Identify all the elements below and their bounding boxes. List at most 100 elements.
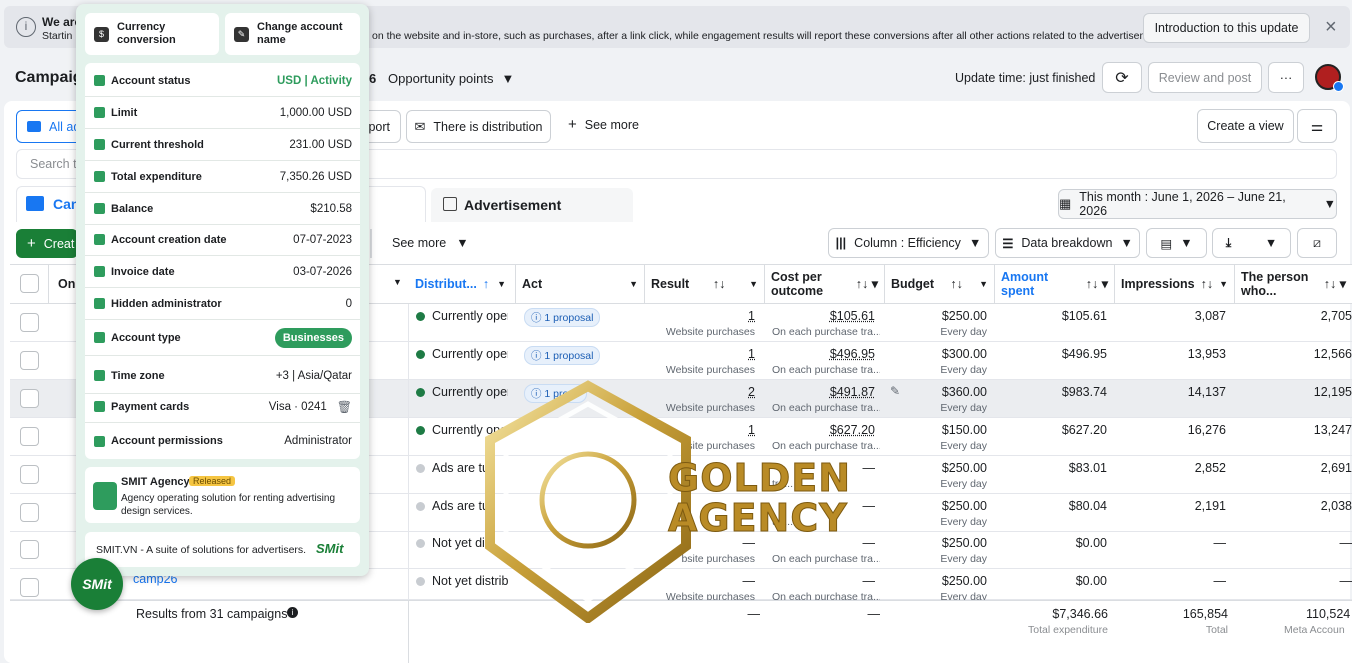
account-row-account-type: Account type Businesses	[85, 320, 360, 356]
smit-fab-button[interactable]: SMit	[71, 558, 123, 610]
opportunity-points[interactable]: Opportunity points ▼	[388, 71, 514, 86]
row-result-sub: Website purchases	[665, 364, 755, 376]
intro-update-button[interactable]: Introduction to this update	[1143, 13, 1310, 43]
col-impressions[interactable]: Impressions ↑↓ ▼	[1115, 264, 1235, 304]
row-status-text: Currently opera	[432, 309, 508, 323]
opportunity-label: Opportunity points	[388, 71, 494, 86]
watermark-line1: GOLDEN	[667, 456, 852, 500]
tab-advertisement-label: Advertisement	[464, 197, 562, 213]
change-name-button[interactable]: ✎ Change account name	[225, 13, 360, 55]
col-result[interactable]: Result ↑↓ ▼	[645, 264, 765, 304]
watermark-circle-shape	[539, 451, 637, 549]
row-checkbox[interactable]	[20, 503, 39, 522]
row-reach: 12,566	[1313, 347, 1352, 361]
row-checkbox[interactable]	[20, 427, 39, 446]
currency-icon: $	[94, 26, 109, 42]
create-button[interactable]: + Creat	[16, 229, 78, 258]
row-checkbox[interactable]	[20, 351, 39, 370]
col-amount-spent[interactable]: Amount spent ↑↓ ▾	[995, 264, 1115, 304]
row-status-text: Currently opera	[432, 347, 508, 361]
proposal-badge[interactable]: ⓘ 1 proposal	[524, 346, 601, 365]
row-checkbox[interactable]	[20, 578, 39, 597]
distribution-filter[interactable]: ✉ There is distribution	[406, 110, 551, 143]
account-type-icon	[94, 332, 105, 343]
current-threshold-label-wrap: Current threshold	[94, 139, 204, 151]
export-button[interactable]: ⤓ ▼	[1212, 228, 1291, 258]
row-budget: $360.00	[941, 385, 987, 399]
row-budget-sub: Every day	[940, 553, 987, 565]
account-creation-date-value: 07-07-2023	[293, 233, 352, 246]
row-divider	[408, 304, 409, 342]
current-threshold-label: Current threshold	[111, 138, 204, 151]
chart-button[interactable]: ⧄	[1297, 228, 1337, 258]
reports-button[interactable]: ▤ ▼	[1146, 228, 1207, 258]
row-divider	[408, 418, 409, 456]
row-impressions: —	[1213, 574, 1227, 588]
row-checkbox[interactable]	[20, 313, 39, 332]
column-label: Column : Efficiency	[854, 236, 961, 250]
column-efficiency-button[interactable]: ||| Column : Efficiency ▼	[828, 228, 989, 258]
download-icon: ⤓	[1225, 235, 1232, 250]
col-name-sort-icon[interactable]: ▼	[393, 277, 402, 287]
account-status-value: USD | Activity	[276, 74, 352, 87]
sort-icon: ↑↓ ▾	[1085, 277, 1108, 291]
row-checkbox[interactable]	[20, 389, 39, 408]
edit-icon[interactable]: ✎	[890, 384, 900, 398]
row-impressions: 2,191	[1194, 499, 1226, 513]
col-reach[interactable]: The person who... ↑↓ ▾	[1235, 264, 1352, 304]
caret-down-icon: ▼	[979, 279, 988, 289]
smit-agency-icon	[93, 482, 117, 510]
status-dot-icon	[416, 464, 425, 473]
see-more-actions-label: See more	[392, 236, 447, 250]
col-distribution[interactable]: Distribut... ↑ ▼	[409, 264, 516, 304]
trash-icon[interactable]: 🗑	[337, 400, 352, 414]
info-icon[interactable]: i	[287, 607, 298, 618]
total-expenditure-value: 7,350.26 USD	[279, 170, 352, 183]
totals-reach-sub: Meta Accoun	[1284, 624, 1345, 636]
more-options-button[interactable]: ···	[1268, 62, 1304, 93]
totals-label: Results from 31 campaigns	[136, 607, 288, 621]
col-cost-label-b: outcome	[771, 284, 824, 298]
row-divider	[408, 531, 409, 569]
account-row-hidden-administrator: Hidden administrator 0	[85, 288, 360, 320]
time-zone-icon	[94, 370, 105, 381]
status-dot-icon	[416, 388, 425, 397]
view-settings-button[interactable]: ⚌	[1297, 109, 1337, 143]
col-cost[interactable]: Cost per outcome ↑↓ ▾	[765, 264, 885, 304]
sort-icon: ↑↓ ▾	[855, 277, 878, 291]
see-more-filters[interactable]: + See more	[568, 116, 639, 133]
select-all-checkbox[interactable]	[20, 274, 39, 293]
current-threshold-value: 231.00 USD	[289, 138, 352, 151]
close-icon[interactable]: ×	[1325, 16, 1337, 39]
ads-manager-page: i We are Startin on the website and in-s…	[0, 0, 1352, 663]
row-budget-sub: Every day	[940, 516, 987, 528]
col-act[interactable]: Act ▼	[516, 264, 645, 304]
caret-down-icon: ▼	[749, 279, 758, 289]
create-view-button[interactable]: Create a view	[1197, 109, 1294, 143]
caret-down-icon: ▼	[1120, 236, 1133, 250]
page-title: Campaig	[15, 69, 83, 86]
refresh-icon: ⟳	[1115, 69, 1129, 87]
total-expenditure-label-wrap: Total expenditure	[94, 171, 202, 183]
proposal-badge[interactable]: ⓘ 1 proposal	[524, 308, 601, 327]
see-more-actions[interactable]: See more ▼	[392, 236, 469, 250]
row-budget: $250.00	[941, 499, 987, 513]
sort-icon: ↑↓	[950, 277, 963, 291]
col-cost-label: Cost per outcome	[771, 270, 823, 298]
date-range-picker[interactable]: ▦ This month : June 1, 2026 – June 21, 2…	[1058, 189, 1337, 219]
data-breakdown-button[interactable]: ☰ Data breakdown ▼	[995, 228, 1140, 258]
row-checkbox[interactable]	[20, 465, 39, 484]
plus-icon: +	[568, 116, 577, 133]
row-checkbox[interactable]	[20, 540, 39, 559]
account-creation-date-label-wrap: Account creation date	[94, 234, 227, 246]
currency-conversion-button[interactable]: $ Currency conversion	[85, 13, 219, 55]
account-permissions-label-wrap: Account permissions	[94, 435, 223, 447]
totals-spent: $7,346.66	[1052, 607, 1108, 621]
review-post-button[interactable]: Review and post	[1148, 62, 1262, 93]
refresh-button[interactable]: ⟳	[1102, 62, 1142, 93]
row-reach: 13,247	[1313, 423, 1352, 437]
col-result-label: Result	[651, 277, 690, 291]
caret-down-icon: ▼	[456, 236, 469, 250]
caret-down-icon: ▼	[1180, 236, 1193, 250]
col-budget[interactable]: Budget ↑↓ ▼	[885, 264, 995, 304]
